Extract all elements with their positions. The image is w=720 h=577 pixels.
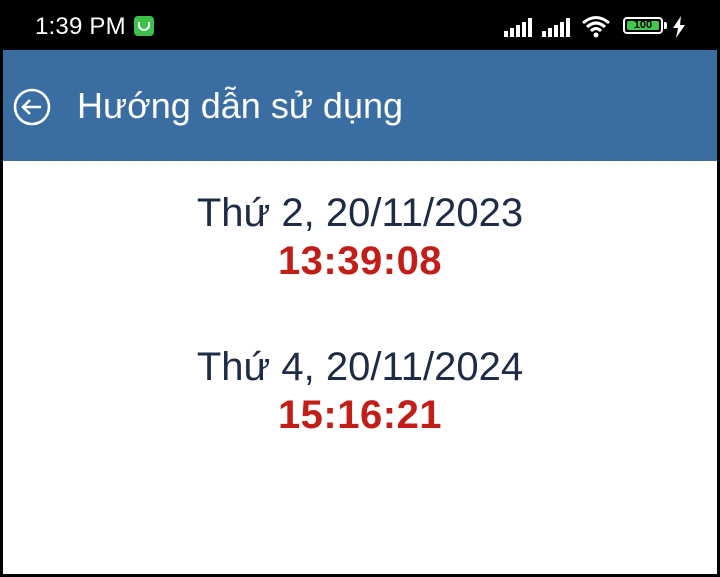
wifi-icon <box>582 16 610 38</box>
battery-level: 100 <box>627 20 659 31</box>
charging-icon <box>673 16 685 38</box>
main-content: Thứ 2, 20/11/2023 13:39:08 Thứ 4, 20/11/… <box>3 161 717 574</box>
entry-time: 13:39:08 <box>277 239 443 283</box>
status-bar: 1:39 PM 100 <box>0 0 720 50</box>
signal-icon <box>542 17 576 37</box>
phone-screen: 1:39 PM 100 Hướng dẫn sử dụng Thứ 2, 20/… <box>0 0 720 577</box>
page-title: Hướng dẫn sử dụng <box>77 85 404 126</box>
list-item: Thứ 4, 20/11/2024 15:16:21 <box>3 343 717 439</box>
back-arrow-icon[interactable] <box>13 88 51 126</box>
battery-icon: 100 <box>623 17 663 34</box>
signal-icon <box>504 17 538 37</box>
status-time: 1:39 PM <box>35 13 126 40</box>
list-item: Thứ 2, 20/11/2023 13:39:08 <box>3 189 717 285</box>
entry-date: Thứ 2, 20/11/2023 <box>196 191 524 235</box>
app-bar: Hướng dẫn sử dụng <box>3 50 717 161</box>
entry-time: 15:16:21 <box>277 393 443 437</box>
app-notification-icon <box>134 16 154 36</box>
entry-date: Thứ 4, 20/11/2024 <box>196 345 524 389</box>
